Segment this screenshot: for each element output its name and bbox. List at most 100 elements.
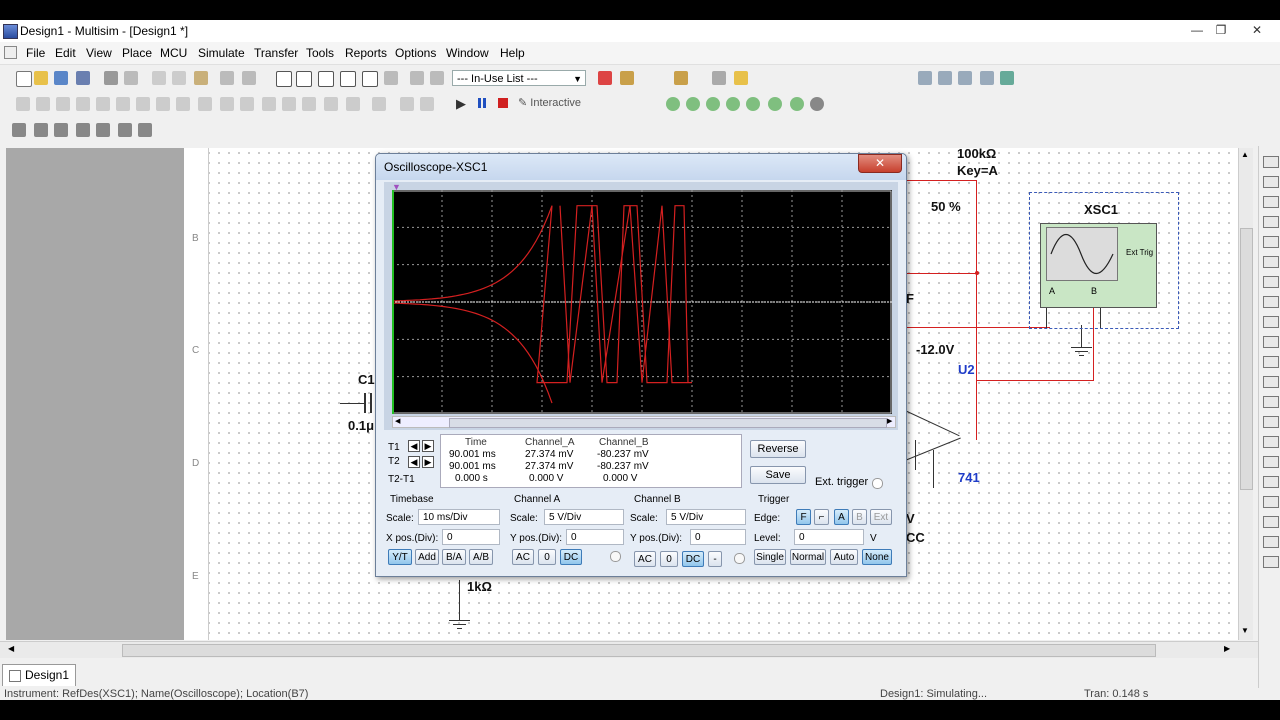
frequency-counter-icon[interactable] (1263, 276, 1279, 288)
simulate-icon[interactable] (674, 71, 688, 85)
postprocessor-icon[interactable] (362, 71, 378, 87)
trigger-source-a-button[interactable]: A (834, 509, 849, 525)
wattmeter-icon[interactable] (1263, 196, 1279, 208)
scope-scroll-thumb[interactable] (449, 418, 887, 428)
horizontal-scrollbar[interactable]: ◀ ▶ (0, 641, 1258, 658)
undo-icon[interactable] (220, 71, 234, 85)
xpos-field[interactable]: 0 (442, 529, 500, 545)
copy-icon[interactable] (172, 71, 186, 85)
scroll-up-icon[interactable]: ▲ (1241, 150, 1249, 159)
close-button[interactable]: ✕ (1246, 23, 1268, 38)
oscilloscope-symbol[interactable]: Ext Trig A B (1040, 223, 1157, 308)
open-sample-icon[interactable] (54, 71, 68, 85)
basic-icon[interactable] (36, 97, 50, 111)
misc-icon[interactable] (262, 97, 276, 111)
mixed-icon[interactable] (198, 97, 212, 111)
interactive-mode[interactable]: ✎ Interactive (518, 96, 581, 109)
zoom-sheet-icon[interactable] (980, 71, 994, 85)
scope-scroll-right-icon[interactable]: ▶ (887, 417, 892, 425)
diode-icon[interactable] (56, 97, 70, 111)
play-icon[interactable]: ▶ (456, 96, 466, 112)
network-analyzer-icon[interactable] (1263, 416, 1279, 428)
misc-digital-icon[interactable] (176, 97, 190, 111)
oscilloscope-window[interactable]: Oscilloscope-XSC1 ✕ ▼ ◀ ▶ T1 ◀ ▶ T2 ◀ ▶ … (375, 153, 907, 577)
hierarchical-block-icon[interactable] (400, 97, 414, 111)
power-icon[interactable] (240, 97, 254, 111)
menu-view[interactable]: View (86, 46, 112, 60)
cursor-t1-marker[interactable]: ▼ (392, 182, 401, 192)
channel-b-minus-button[interactable]: - (708, 551, 722, 567)
distribute-h-icon[interactable] (118, 123, 132, 137)
connector-icon[interactable] (372, 97, 386, 111)
redo-icon[interactable] (242, 71, 256, 85)
grapher-icon[interactable] (340, 71, 356, 87)
tektronix-oscilloscope-icon[interactable] (1263, 496, 1279, 508)
scroll-left-icon[interactable]: ◀ (8, 644, 14, 653)
logic-converter-icon[interactable] (1263, 336, 1279, 348)
probe-differential-icon[interactable] (726, 97, 740, 111)
menu-window[interactable]: Window (446, 46, 489, 60)
channel-b-ac-button[interactable]: AC (634, 551, 656, 567)
logic-analyzer-icon[interactable] (1263, 316, 1279, 328)
distortion-analyzer-icon[interactable] (1263, 376, 1279, 388)
menu-simulate[interactable]: Simulate (198, 46, 245, 60)
vertical-scrollbar[interactable]: ▲ ▼ (1238, 148, 1253, 640)
align-center-icon[interactable] (96, 123, 110, 137)
mcu-icon[interactable] (156, 97, 170, 111)
trigger-source-b-button[interactable]: B (852, 509, 867, 525)
menu-reports[interactable]: Reports (345, 46, 387, 60)
trigger-level-field[interactable]: 0 (794, 529, 864, 545)
ni-elvis-icon[interactable] (1263, 536, 1279, 548)
forward-annotate-icon[interactable] (430, 71, 444, 85)
scope-time-scrollbar[interactable]: ◀ ▶ (392, 416, 896, 428)
scroll-right-icon[interactable]: ▶ (1224, 644, 1230, 653)
erc-icon[interactable] (384, 71, 398, 85)
scroll-down-icon[interactable]: ▼ (1241, 626, 1249, 635)
cut-icon[interactable] (152, 71, 166, 85)
trigger-source-ext-button[interactable]: Ext (870, 509, 892, 525)
menu-transfer[interactable]: Transfer (254, 46, 298, 60)
channel-b-terminal[interactable] (734, 553, 745, 564)
source-icon[interactable] (16, 97, 30, 111)
menu-tools[interactable]: Tools (306, 46, 334, 60)
distribute-v-icon[interactable] (138, 123, 152, 137)
scope-screen[interactable] (391, 190, 892, 414)
add-button[interactable]: Add (415, 549, 439, 565)
agilent-multimeter-icon[interactable] (1263, 456, 1279, 468)
open-icon[interactable] (34, 71, 48, 85)
channel-a-terminal[interactable] (610, 551, 621, 562)
trigger-auto-button[interactable]: Auto (830, 549, 858, 565)
trigger-none-button[interactable]: None (862, 549, 892, 565)
menu-place[interactable]: Place (122, 46, 152, 60)
probe-power-icon[interactable] (706, 97, 720, 111)
channel-a-zero-button[interactable]: 0 (538, 549, 556, 565)
channel-a-scale-field[interactable]: 5 V/Div (544, 509, 624, 525)
menu-edit[interactable]: Edit (55, 46, 76, 60)
reverse-button[interactable]: Reverse (750, 440, 806, 458)
advanced-peripherals-icon[interactable] (282, 97, 296, 111)
new-icon[interactable] (16, 71, 32, 87)
probe-voltage-icon[interactable] (666, 97, 680, 111)
menu-options[interactable]: Options (395, 46, 436, 60)
agilent-generator-icon[interactable] (1263, 436, 1279, 448)
zoom-out-icon[interactable] (938, 71, 952, 85)
bus-icon[interactable] (420, 97, 434, 111)
t2-right-arrow-icon[interactable]: ▶ (422, 456, 434, 468)
trigger-normal-button[interactable]: Normal (790, 549, 826, 565)
zoom-area-icon[interactable] (958, 71, 972, 85)
ext-trigger-terminal[interactable] (872, 478, 883, 489)
align-right-icon[interactable] (34, 123, 48, 137)
channel-a-dc-button[interactable]: DC (560, 549, 582, 565)
in-use-list-dropdown[interactable]: --- In-Use List --- ▼ (452, 70, 586, 86)
full-screen-icon[interactable] (1000, 71, 1014, 85)
ttl-icon[interactable] (116, 97, 130, 111)
spectrum-analyzer-icon[interactable] (1263, 396, 1279, 408)
electromechanical-icon[interactable] (324, 97, 338, 111)
database-icon[interactable] (318, 71, 334, 87)
oscilloscope-icon[interactable] (1263, 216, 1279, 228)
probe-reference-icon[interactable] (746, 97, 760, 111)
menu-mcu[interactable]: MCU (160, 46, 187, 60)
paste-icon[interactable] (194, 71, 208, 85)
indicator-icon[interactable] (220, 97, 234, 111)
minimize-button[interactable]: — (1186, 23, 1208, 38)
